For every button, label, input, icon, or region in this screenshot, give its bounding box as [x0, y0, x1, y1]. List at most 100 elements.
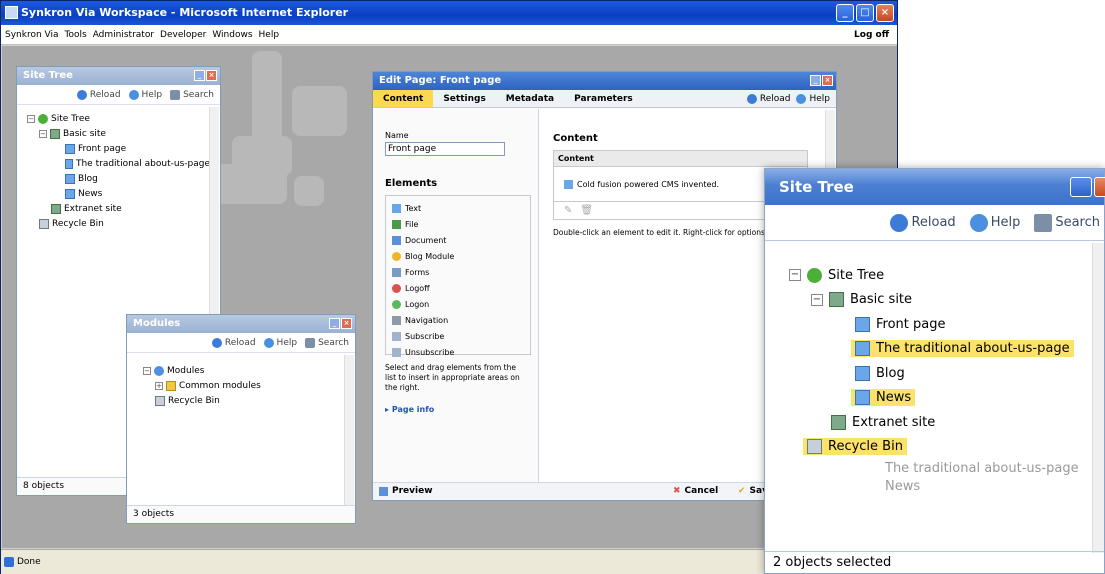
- tree-node-basic-site[interactable]: − Basic site: [789, 288, 1104, 313]
- elements-list: Text File Document Blog Module Forms Log…: [385, 195, 531, 357]
- menu-help[interactable]: Help: [259, 30, 280, 40]
- reload-button[interactable]: Reload: [211, 337, 256, 348]
- cancel-label: Cancel: [684, 486, 719, 496]
- page-info-link[interactable]: ▸ Page info: [385, 405, 538, 414]
- help-button[interactable]: Help: [969, 213, 1021, 232]
- search-button[interactable]: Search: [305, 337, 349, 348]
- name-field[interactable]: Front page: [385, 142, 505, 156]
- background-logo-shape: [212, 164, 287, 204]
- close-button[interactable]: [1094, 177, 1105, 197]
- tree-node-recycle-bin[interactable]: Recycle Bin: [27, 216, 210, 231]
- list-item[interactable]: Unsubscribe: [392, 344, 524, 360]
- list-item[interactable]: Navigation: [392, 312, 524, 328]
- list-item[interactable]: Blog Module: [392, 248, 524, 264]
- edit-page-titlebar[interactable]: Edit Page: Front page _ ×: [373, 72, 836, 90]
- menu-developer[interactable]: Developer: [160, 30, 206, 40]
- tab-parameters[interactable]: Parameters: [564, 90, 643, 107]
- tab-content[interactable]: Content: [373, 90, 434, 107]
- list-item[interactable]: Document: [392, 232, 524, 248]
- cancel-button[interactable]: ✖ Cancel: [673, 486, 718, 496]
- modules-titlebar[interactable]: Modules _ ×: [127, 315, 355, 333]
- list-item[interactable]: Subscribe: [392, 328, 524, 344]
- scrollbar[interactable]: [344, 355, 354, 505]
- maximize-button[interactable]: □: [856, 4, 874, 22]
- page-icon: [855, 341, 870, 357]
- panel-title: Site Tree: [779, 178, 854, 196]
- tree-node-modules[interactable]: − Modules: [143, 363, 345, 378]
- tree-node-site-tree[interactable]: − Site Tree: [789, 263, 1104, 288]
- close-button[interactable]: ×: [341, 318, 352, 329]
- tree-node-recycle-bin[interactable]: Recycle Bin: [143, 393, 345, 408]
- collapse-icon[interactable]: −: [143, 366, 151, 375]
- zoomed-titlebar[interactable]: Site Tree: [765, 169, 1105, 205]
- tree-node-extranet[interactable]: Extranet site: [789, 410, 1104, 435]
- minimize-button[interactable]: _: [810, 75, 821, 86]
- drag-ghost-label: News: [885, 478, 921, 494]
- tree-node-news[interactable]: News: [27, 186, 210, 201]
- list-item[interactable]: Logoff: [392, 280, 524, 296]
- tree-node-basic-site[interactable]: − Basic site: [27, 126, 210, 141]
- help-button[interactable]: Help: [796, 90, 830, 108]
- list-item[interactable]: Text: [392, 200, 524, 216]
- workspace: Site Tree _ × Reload Help Search − Site Tr…: [2, 46, 897, 548]
- tree-node-front-page[interactable]: Front page: [789, 312, 1104, 337]
- collapse-icon[interactable]: −: [789, 269, 801, 282]
- tab-settings[interactable]: Settings: [433, 90, 495, 107]
- minimize-button[interactable]: _: [836, 4, 854, 22]
- tree-node-common-modules[interactable]: + Common modules: [143, 378, 345, 393]
- reload-button[interactable]: Reload: [890, 213, 956, 232]
- search-button[interactable]: Search: [170, 89, 214, 100]
- list-item[interactable]: Forms: [392, 264, 524, 280]
- collapse-icon[interactable]: −: [27, 114, 35, 123]
- tree-node-label: Site Tree: [828, 267, 885, 283]
- logoff-link[interactable]: Log off: [854, 30, 889, 40]
- scrollbar[interactable]: [1092, 243, 1104, 553]
- edit-tabs: Content Settings Metadata Parameters Rel…: [373, 90, 836, 108]
- close-button[interactable]: ×: [876, 4, 894, 22]
- preview-button[interactable]: Preview: [379, 486, 433, 496]
- tab-metadata[interactable]: Metadata: [496, 90, 564, 107]
- tree-node-blog[interactable]: Blog: [789, 361, 1104, 386]
- tree-node-site-tree[interactable]: − Site Tree: [27, 111, 210, 126]
- help-icon: [263, 337, 274, 348]
- help-label: Help: [990, 215, 1021, 230]
- tree-node-label: Site Tree: [51, 113, 90, 124]
- edit-left-column: Name Front page Elements Text File Docum…: [373, 109, 539, 484]
- close-button[interactable]: ×: [206, 70, 217, 81]
- edit-icon[interactable]: ✎: [564, 205, 572, 216]
- collapse-icon[interactable]: −: [811, 293, 823, 306]
- tree-node-news[interactable]: News: [789, 386, 1104, 411]
- reload-button[interactable]: Reload: [76, 89, 121, 100]
- tree-node-extranet[interactable]: Extranet site: [27, 201, 210, 216]
- delete-icon[interactable]: 🗑: [580, 205, 593, 216]
- help-button[interactable]: Help: [263, 337, 298, 348]
- reload-icon: [211, 337, 222, 348]
- menu-administrator[interactable]: Administrator: [93, 30, 154, 40]
- reload-label: Reload: [911, 215, 956, 230]
- help-button[interactable]: Help: [128, 89, 162, 100]
- list-item[interactable]: File: [392, 216, 524, 232]
- elements-heading: Elements: [385, 178, 438, 189]
- search-button[interactable]: Search: [1034, 213, 1100, 232]
- site-tree-titlebar[interactable]: Site Tree _ ×: [17, 67, 220, 85]
- minimize-button[interactable]: [1070, 177, 1092, 197]
- tree-node-about[interactable]: The traditional about-us-page: [789, 337, 1104, 362]
- element-label: Navigation: [405, 315, 449, 325]
- tree-node-recycle-bin[interactable]: Recycle Bin: [789, 435, 1104, 460]
- list-item[interactable]: Logon: [392, 296, 524, 312]
- help-label: Help: [276, 337, 298, 348]
- expand-icon[interactable]: +: [155, 381, 163, 390]
- tree-node-blog[interactable]: Blog: [27, 171, 210, 186]
- collapse-icon[interactable]: −: [39, 129, 47, 138]
- minimize-button[interactable]: _: [194, 70, 205, 81]
- menu-windows[interactable]: Windows: [212, 30, 252, 40]
- tree-node-front-page[interactable]: Front page: [27, 141, 210, 156]
- menu-synkron-via[interactable]: Synkron Via: [5, 30, 59, 40]
- minimize-button[interactable]: _: [329, 318, 340, 329]
- tree-node-about[interactable]: The traditional about-us-page: [27, 156, 210, 171]
- page-icon: [65, 143, 75, 154]
- reload-button[interactable]: Reload: [746, 90, 790, 108]
- close-button[interactable]: ×: [822, 75, 833, 86]
- menu-tools[interactable]: Tools: [65, 30, 87, 40]
- text-icon: [392, 203, 401, 213]
